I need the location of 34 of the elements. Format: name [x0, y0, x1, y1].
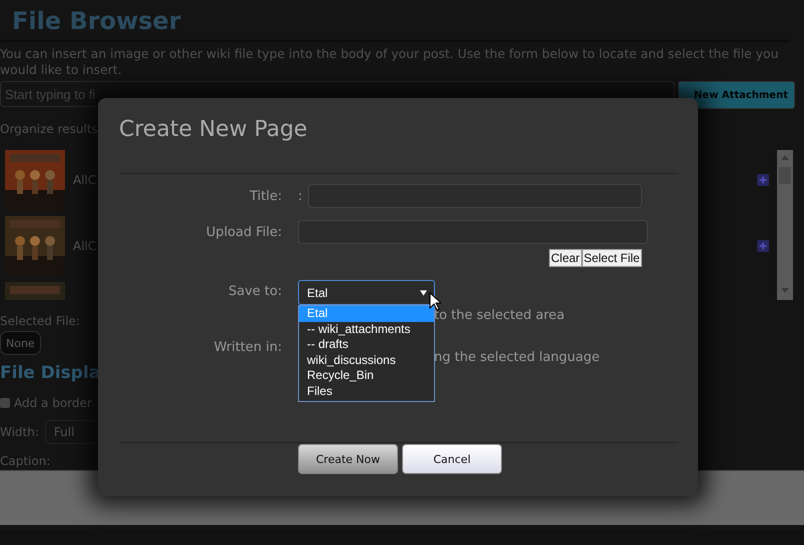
caption-label: Caption:: [0, 454, 50, 468]
create-now-button[interactable]: Create Now: [298, 444, 398, 474]
checkbox[interactable]: [0, 398, 10, 408]
hint-text: to the selected area: [434, 308, 565, 323]
add-icon[interactable]: [757, 174, 769, 186]
cancel-button[interactable]: Cancel: [402, 444, 502, 474]
selected-file-label: Selected File:: [0, 314, 80, 328]
field-label: Save to:: [228, 283, 282, 301]
title-field[interactable]: [308, 184, 642, 208]
section-heading: File Displa: [0, 362, 100, 385]
save-to-select[interactable]: Etal: [298, 280, 435, 305]
field-label: Title:: [248, 188, 282, 204]
field-label: Written in:: [212, 340, 282, 355]
add-icon[interactable]: [757, 240, 769, 252]
dropdown-option[interactable]: wiki_discussions: [299, 352, 434, 368]
description: You can insert an image or other wiki file type into the body of your post. Use the form below to locate and select the file you would like to insert.: [0, 46, 780, 78]
hint-text: ng the selected language: [434, 350, 600, 365]
dropdown-option[interactable]: -- wiki_attachments: [299, 322, 434, 337]
dropdown-option[interactable]: Recycle_Bin: [299, 368, 434, 384]
organize-label: Organize results: [0, 122, 98, 136]
select-file-button[interactable]: Select File: [582, 249, 642, 267]
page-title: File Browser: [0, 0, 790, 42]
field-label: Upload File:: [205, 224, 282, 240]
dropdown-option[interactable]: Files: [299, 384, 434, 399]
dialog-title: Create New Page: [118, 116, 308, 144]
checkbox-label: Add a border: [14, 396, 92, 410]
dropdown-option[interactable]: -- drafts: [299, 337, 434, 352]
width-label: Width:: [0, 425, 39, 439]
upload-field[interactable]: [298, 220, 648, 244]
clear-button[interactable]: Clear: [549, 249, 582, 267]
cursor-icon: [429, 292, 441, 311]
scrollbar[interactable]: [777, 150, 793, 300]
colon-text: :: [298, 188, 304, 204]
caret-icon: [420, 290, 427, 296]
